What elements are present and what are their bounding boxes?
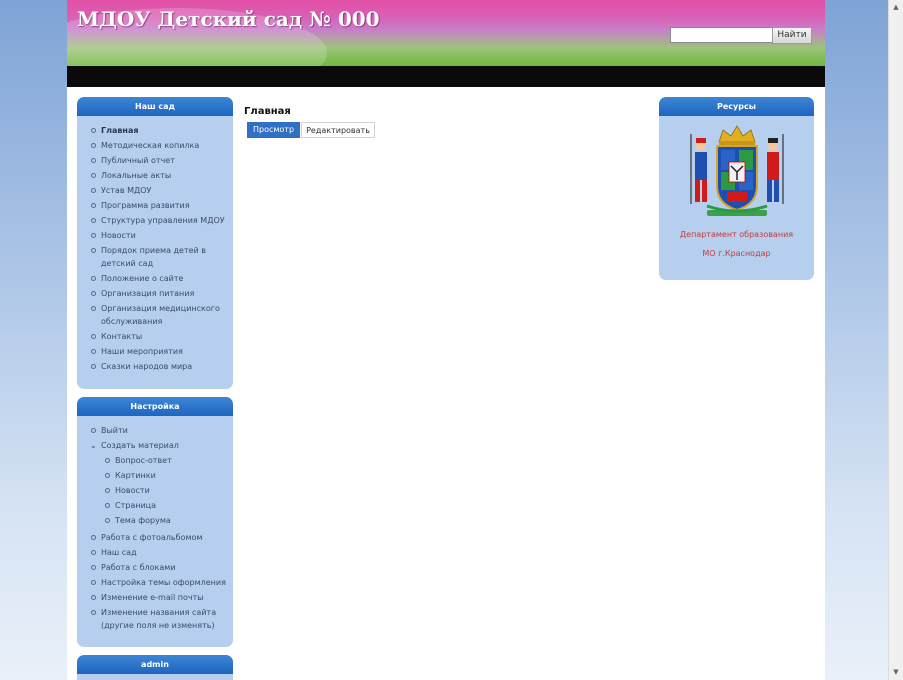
sidebar-block-resources: Ресурсы Департамент образования МО г.Кра… <box>659 97 814 280</box>
bullet-icon <box>91 428 96 433</box>
settings-item-logout[interactable]: Выйти <box>91 424 227 437</box>
block-title: Наш сад <box>77 97 233 116</box>
bullet-icon <box>105 458 110 463</box>
nav-item-events[interactable]: Наши мероприятия <box>91 345 227 358</box>
resources-body: Департамент образования МО г.Краснодар <box>659 116 814 260</box>
nav-item-public-report[interactable]: Публичный отчет <box>91 154 227 167</box>
create-content-submenu: Вопрос-ответ Картинки Новости Страница Т… <box>101 454 227 527</box>
nav-item-management-structure[interactable]: Структура управления МДОУ <box>91 214 227 227</box>
search-button[interactable]: Найти <box>772 27 812 44</box>
bullet-icon <box>91 610 96 615</box>
bullet-icon <box>91 306 96 311</box>
bullet-icon <box>91 334 96 339</box>
education-department-link[interactable]: Департамент образования <box>659 229 814 241</box>
bullet-icon <box>105 518 110 523</box>
search-input[interactable] <box>670 27 774 43</box>
settings-item-blocks[interactable]: Работа с блоками <box>91 561 227 574</box>
submenu-item-images[interactable]: Картинки <box>105 469 227 482</box>
tab-edit[interactable]: Редактировать <box>301 122 375 138</box>
bullet-icon <box>91 218 96 223</box>
tab-view[interactable]: Просмотр <box>247 122 300 138</box>
settings-item-our-garden[interactable]: Наш сад <box>91 546 227 559</box>
chevron-down-icon: ⌄ <box>90 441 97 450</box>
scroll-up-arrow-icon[interactable]: ▲ <box>891 2 901 12</box>
settings-item-email[interactable]: Изменение e-mail почты <box>91 591 227 604</box>
settings-menu: Выйти ⌄ Создать материал Вопрос-ответ Кар… <box>77 424 233 632</box>
sidebar-block-admin: admin <box>77 655 233 680</box>
nav-item-catering[interactable]: Организация питания <box>91 287 227 300</box>
settings-item-photo-album[interactable]: Работа с фотоальбомом <box>91 531 227 544</box>
settings-item-site-name[interactable]: Изменение названия сайта (другие поля не… <box>91 606 227 632</box>
submenu-item-news[interactable]: Новости <box>105 484 227 497</box>
bullet-icon <box>91 565 96 570</box>
nav-item-charter[interactable]: Устав МДОУ <box>91 184 227 197</box>
scroll-down-arrow-icon[interactable]: ▼ <box>891 667 901 677</box>
bullet-icon <box>91 188 96 193</box>
nav-item-local-acts[interactable]: Локальные акты <box>91 169 227 182</box>
nav-item-medical-service[interactable]: Организация медицинского обслуживания <box>91 302 227 328</box>
submenu-item-forum-topic[interactable]: Тема форума <box>105 514 227 527</box>
sidebar-block-our-garden: Наш сад Главная Методическая копилка Пуб… <box>77 97 233 389</box>
nav-item-methodical-bank[interactable]: Методическая копилка <box>91 139 227 152</box>
bullet-icon <box>91 248 96 253</box>
bullet-icon <box>91 535 96 540</box>
bullet-icon <box>91 276 96 281</box>
page: МДОУ Детский сад № 000 Найти Наш сад Гла… <box>67 0 825 680</box>
block-title: Ресурсы <box>659 97 814 116</box>
bullet-icon <box>91 143 96 148</box>
bullet-icon <box>91 349 96 354</box>
settings-item-theme[interactable]: Настройка темы оформления <box>91 576 227 589</box>
block-title: Настройка <box>77 397 233 416</box>
nav-item-news[interactable]: Новости <box>91 229 227 242</box>
bullet-icon <box>91 128 96 133</box>
bullet-icon <box>91 364 96 369</box>
nav-item-development-program[interactable]: Программа развития <box>91 199 227 212</box>
bullet-icon <box>91 550 96 555</box>
krasnodar-coat-of-arms-icon[interactable] <box>685 124 789 220</box>
settings-item-create-content[interactable]: ⌄ Создать материал Вопрос-ответ Картинки … <box>90 439 227 527</box>
krasnodar-link[interactable]: МО г.Краснодар <box>659 248 814 260</box>
bullet-icon <box>91 173 96 178</box>
nav-item-admission-procedure[interactable]: Порядок приема детей в детский сад <box>91 244 227 270</box>
top-navigation-bar <box>67 66 825 87</box>
bullet-icon <box>105 488 110 493</box>
nav-item-site-regulation[interactable]: Положение о сайте <box>91 272 227 285</box>
vertical-scrollbar[interactable]: ▲ ▼ <box>888 0 903 680</box>
bullet-icon <box>91 203 96 208</box>
bullet-icon <box>91 291 96 296</box>
bullet-icon <box>91 580 96 585</box>
submenu-item-page[interactable]: Страница <box>105 499 227 512</box>
nav-menu: Главная Методическая копилка Публичный о… <box>77 124 233 373</box>
submenu-item-faq[interactable]: Вопрос-ответ <box>105 454 227 467</box>
bullet-icon <box>91 233 96 238</box>
nav-item-contacts[interactable]: Контакты <box>91 330 227 343</box>
bullet-icon <box>105 503 110 508</box>
nav-item-home[interactable]: Главная <box>91 124 227 137</box>
bullet-icon <box>91 158 96 163</box>
site-title[interactable]: МДОУ Детский сад № 000 <box>77 7 380 31</box>
page-title: Главная <box>244 106 291 117</box>
bullet-icon <box>91 595 96 600</box>
bullet-icon <box>105 473 110 478</box>
sidebar-block-settings: Настройка Выйти ⌄ Создать материал Вопрос… <box>77 397 233 647</box>
nav-item-fairy-tales[interactable]: Сказки народов мира <box>91 360 227 373</box>
block-title: admin <box>77 655 233 674</box>
